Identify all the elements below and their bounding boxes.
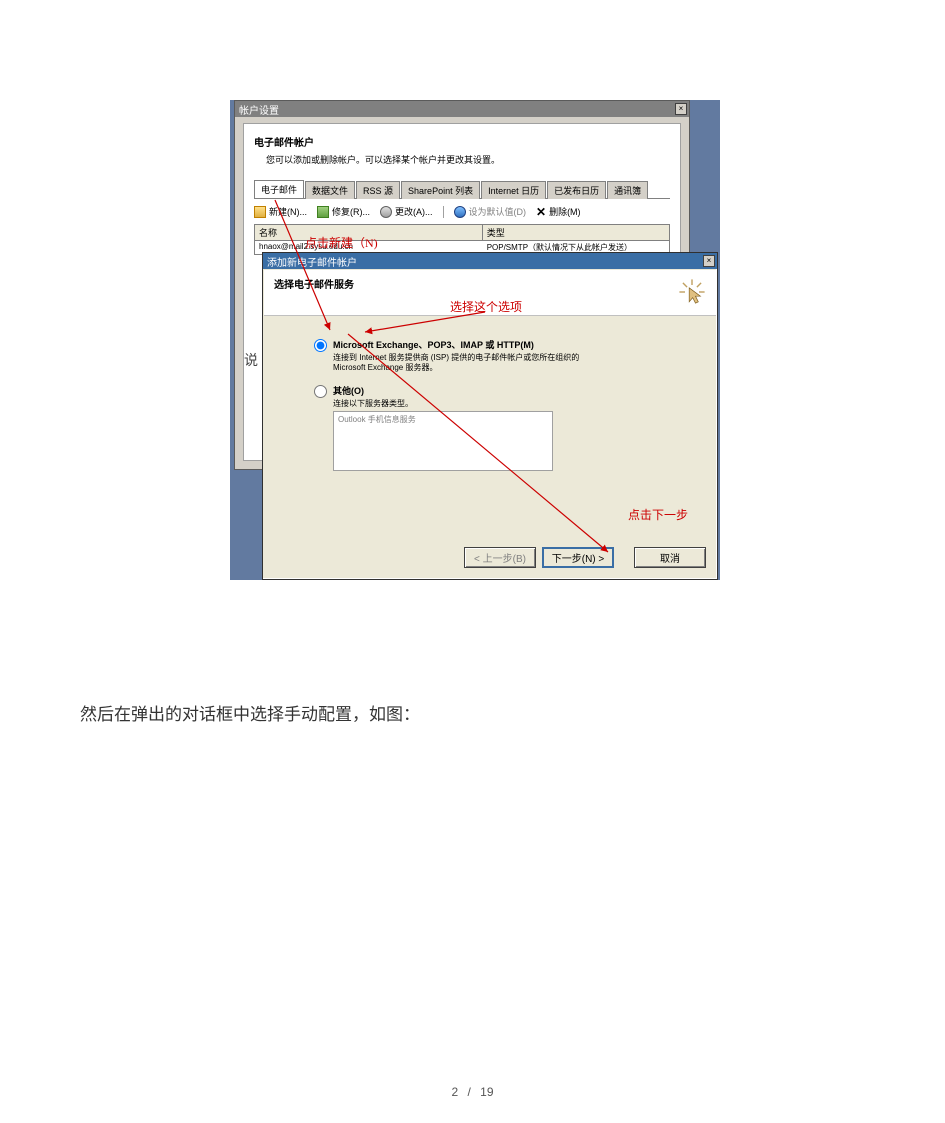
back-title-bar: 帐户设置 ×: [235, 101, 689, 117]
tab-email[interactable]: 电子邮件: [254, 180, 304, 198]
tab-addressbook[interactable]: 通讯簿: [607, 181, 648, 199]
close-icon[interactable]: ×: [703, 255, 715, 267]
back-heading: 电子邮件帐户: [254, 134, 670, 149]
accounts-table: 名称 类型 hnaox@mail2.sysu.edu.cn POP/SMTP（默…: [254, 224, 670, 255]
partial-char: 说: [244, 350, 258, 370]
page-number: 2 / 19: [0, 1085, 945, 1099]
front-heading: 选择电子邮件服务: [274, 276, 706, 291]
close-icon[interactable]: ×: [675, 103, 687, 115]
tab-sharepoint[interactable]: SharePoint 列表: [401, 181, 480, 199]
toolbar-change[interactable]: 更改(A)...: [380, 205, 433, 218]
toolbar-delete[interactable]: ✕ 删除(M): [536, 205, 581, 218]
body-paragraph: 然后在弹出的对话框中选择手动配置，如图：: [80, 700, 865, 725]
toolbar-new-label: 新建(N)...: [269, 205, 307, 218]
front-title-bar: 添加新电子邮件帐户 ×: [263, 253, 717, 269]
radio-exchange-desc1: 连接到 Internet 服务提供商 (ISP) 提供的电子邮件帐户或您所在组织…: [333, 353, 579, 363]
toolbar-repair[interactable]: 修复(R)...: [317, 205, 370, 218]
col-name-header[interactable]: 名称: [255, 225, 483, 240]
back-window-title: 帐户设置: [239, 102, 279, 117]
page-current: 2: [451, 1085, 458, 1099]
toolbar-separator: [443, 206, 444, 218]
radio-exchange[interactable]: Microsoft Exchange、POP3、IMAP 或 HTTP(M) 连…: [314, 338, 706, 374]
radio-other[interactable]: 其他(O) 连接以下服务器类型。 Outlook 手机信息服务: [314, 384, 706, 471]
page-total: 19: [480, 1085, 493, 1099]
cursor-icon: [678, 278, 706, 306]
repair-icon: [317, 206, 329, 218]
toolbar-change-label: 更改(A)...: [395, 205, 433, 218]
front-window-title: 添加新电子邮件帐户: [267, 254, 357, 269]
delete-icon: ✕: [536, 207, 546, 217]
radio-exchange-desc2: Microsoft Exchange 服务器。: [333, 363, 579, 373]
new-icon: [254, 206, 266, 218]
tab-datafiles[interactable]: 数据文件: [305, 181, 355, 199]
radio-other-label: 其他(O): [333, 384, 553, 397]
front-header: 选择电子邮件服务: [264, 270, 716, 316]
other-services-list[interactable]: Outlook 手机信息服务: [333, 411, 553, 471]
tab-published-cal[interactable]: 已发布日历: [547, 181, 606, 199]
radio-other-desc: 连接以下服务器类型。: [333, 399, 553, 409]
radio-exchange-input[interactable]: [314, 339, 327, 352]
toolbar-new[interactable]: 新建(N)...: [254, 205, 307, 218]
toolbar-delete-label: 删除(M): [549, 205, 581, 218]
change-icon: [380, 206, 392, 218]
toolbar-repair-label: 修复(R)...: [332, 205, 370, 218]
next-button[interactable]: 下一步(N) >: [542, 547, 614, 568]
toolbar-default-label: 设为默认值(D): [469, 205, 527, 218]
page-sep: /: [467, 1085, 470, 1099]
add-account-window: 添加新电子邮件帐户 × 选择电子邮件服务: [262, 252, 718, 580]
tab-internet-cal[interactable]: Internet 日历: [481, 181, 546, 199]
radio-group: Microsoft Exchange、POP3、IMAP 或 HTTP(M) 连…: [314, 338, 706, 471]
default-icon: [454, 206, 466, 218]
wizard-footer: < 上一步(B) 下一步(N) > 取消: [464, 547, 706, 568]
tab-rss[interactable]: RSS 源: [356, 181, 400, 199]
back-subheading: 您可以添加或删除帐户。可以选择某个帐户并更改其设置。: [254, 153, 670, 166]
cancel-button[interactable]: 取消: [634, 547, 706, 568]
back-button[interactable]: < 上一步(B): [464, 547, 536, 568]
back-tabs: 电子邮件 数据文件 RSS 源 SharePoint 列表 Internet 日…: [254, 180, 670, 199]
back-toolbar: 新建(N)... 修复(R)... 更改(A)... 设为默认值(D): [254, 205, 670, 218]
radio-other-input[interactable]: [314, 385, 327, 398]
radio-exchange-label: Microsoft Exchange、POP3、IMAP 或 HTTP(M): [333, 338, 579, 351]
screenshot-container: 帐户设置 × 电子邮件帐户 您可以添加或删除帐户。可以选择某个帐户并更改其设置。…: [230, 100, 720, 580]
toolbar-set-default[interactable]: 设为默认值(D): [454, 205, 527, 218]
col-type-header[interactable]: 类型: [483, 225, 669, 240]
